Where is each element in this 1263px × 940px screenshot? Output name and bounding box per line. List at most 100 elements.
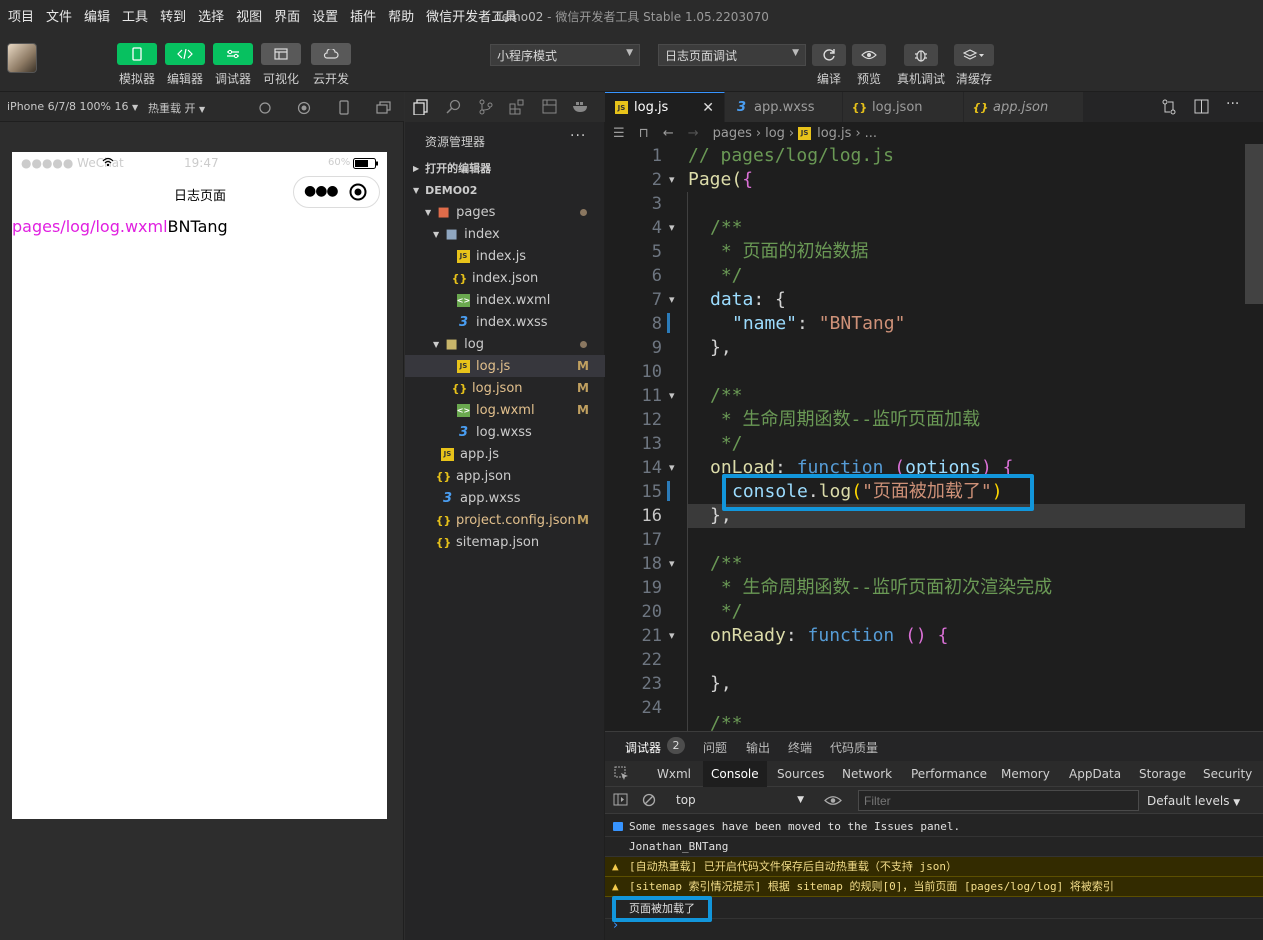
compile-mode-select[interactable]: 日志页面调试 ▼ — [658, 44, 806, 66]
breadcrumb-item[interactable]: log.js — [817, 126, 851, 141]
device-select[interactable]: iPhone 6/7/8 100% 16 ▼ — [7, 100, 138, 113]
fold-chevron-icon[interactable]: ▾ — [669, 552, 675, 576]
menu-item-goto[interactable]: 转到 — [156, 6, 190, 25]
menu-item-view[interactable]: 视图 — [232, 6, 266, 25]
tree-file-app-wxss[interactable]: 3 app.wxss — [405, 487, 605, 509]
simulator-toggle-button[interactable] — [117, 43, 157, 65]
avatar[interactable] — [7, 43, 37, 73]
menu-item-plugins[interactable]: 插件 — [346, 6, 380, 25]
mode-select[interactable]: 小程序模式 ▼ — [490, 44, 640, 66]
tree-file-app-js[interactable]: JS app.js — [405, 443, 605, 465]
menu-item-wechat-devtools[interactable]: 微信开发者工具 — [422, 6, 521, 25]
more-dots-icon[interactable]: ●●● — [304, 183, 339, 199]
tree-file-index-json[interactable]: {} index.json — [405, 267, 605, 289]
remote-debug-button[interactable] — [904, 44, 938, 66]
breadcrumb-item[interactable]: ... — [865, 126, 877, 141]
tree-file-index-js[interactable]: JS index.js — [405, 245, 605, 267]
list-icon[interactable]: ☰ — [613, 126, 625, 141]
clear-cache-button[interactable] — [954, 44, 994, 66]
fold-chevron-icon[interactable]: ▾ — [669, 288, 675, 312]
more-actions-icon[interactable]: ··· — [1226, 96, 1239, 112]
fold-chevron-icon[interactable]: ▾ — [669, 384, 675, 408]
tab-log-js[interactable]: JS log.js ✕ — [605, 92, 725, 122]
close-target-icon[interactable] — [349, 183, 367, 204]
visual-toggle-button[interactable] — [261, 43, 301, 65]
tree-file-index-wxss[interactable]: 3 index.wxss — [405, 311, 605, 333]
search-icon[interactable] — [446, 99, 462, 118]
tab-problems[interactable]: 问题 — [703, 739, 727, 756]
device-icon[interactable] — [339, 100, 349, 118]
tab-terminal[interactable]: 终端 — [788, 739, 812, 756]
tree-folder-log[interactable]: ▼ ■ log — [405, 333, 605, 355]
open-editors-section[interactable]: ▶ 打开的编辑器 — [405, 157, 605, 179]
tree-file-app-json[interactable]: {} app.json — [405, 465, 605, 487]
panel-tab-sources[interactable]: Sources — [777, 761, 824, 787]
breadcrumb-item[interactable]: pages — [713, 126, 752, 141]
editor-toggle-button[interactable] — [165, 43, 205, 65]
tree-file-log-json[interactable]: {} log.json M — [405, 377, 605, 399]
compile-button[interactable] — [812, 44, 846, 66]
panel-tab-console[interactable]: Console — [703, 761, 767, 787]
log-levels-select[interactable]: Default levels ▼ — [1147, 794, 1240, 808]
eye-icon[interactable] — [824, 795, 842, 809]
phone-screen[interactable] — [12, 152, 387, 819]
fold-chevron-icon[interactable]: ▾ — [669, 168, 675, 192]
menu-item-edit[interactable]: 编辑 — [80, 6, 114, 25]
panel-tab-storage[interactable]: Storage — [1139, 761, 1186, 787]
context-select[interactable]: top ▼ — [670, 790, 810, 810]
console-filter-input[interactable] — [858, 790, 1139, 811]
tree-file-log-js[interactable]: JS log.js M — [405, 355, 605, 377]
menu-item-settings[interactable]: 设置 — [308, 6, 342, 25]
source-control-icon[interactable] — [478, 99, 494, 118]
cloud-dev-button[interactable] — [311, 43, 351, 65]
sidebar-toggle-icon[interactable] — [613, 793, 628, 809]
editor-scrollbar[interactable] — [1245, 144, 1263, 304]
fold-chevron-icon[interactable]: ▾ — [669, 456, 675, 480]
popout-icon[interactable] — [376, 101, 391, 117]
breadcrumb-item[interactable]: log — [765, 126, 785, 141]
tree-folder-pages[interactable]: ▼ ■ pages — [405, 201, 605, 223]
capsule-menu[interactable]: ●●● — [293, 176, 380, 208]
fold-chevron-icon[interactable]: ▾ — [669, 624, 675, 648]
extensions-icon[interactable] — [509, 99, 525, 118]
inspect-icon[interactable] — [614, 766, 629, 784]
menu-item-project[interactable]: 项目 — [4, 6, 38, 25]
split-editor-icon[interactable] — [1194, 99, 1209, 117]
project-section[interactable]: ▼ DEMO02 — [405, 179, 605, 201]
clear-console-icon[interactable] — [642, 793, 656, 810]
compare-icon[interactable] — [1161, 99, 1177, 118]
storage-icon[interactable] — [542, 99, 558, 118]
docker-icon[interactable] — [572, 99, 590, 116]
tree-file-log-wxml[interactable]: <> log.wxml M — [405, 399, 605, 421]
tab-code-quality[interactable]: 代码质量 — [830, 739, 878, 756]
back-arrow-icon[interactable]: ← — [663, 126, 674, 141]
menu-item-help[interactable]: 帮助 — [384, 6, 418, 25]
forward-arrow-icon[interactable]: → — [688, 126, 699, 141]
menu-item-interface[interactable]: 界面 — [270, 6, 304, 25]
panel-tab-performance[interactable]: Performance — [911, 761, 987, 787]
menu-item-select[interactable]: 选择 — [194, 6, 228, 25]
debugger-toggle-button[interactable] — [213, 43, 253, 65]
fold-chevron-icon[interactable]: ▾ — [669, 216, 675, 240]
panel-tab-wxml[interactable]: Wxml — [657, 761, 691, 787]
panel-tab-security[interactable]: Security — [1203, 761, 1252, 787]
close-icon[interactable]: ✕ — [702, 100, 714, 116]
hot-reload-select[interactable]: 热重载 开 ▼ — [148, 100, 205, 116]
tree-file-project-config[interactable]: {} project.config.json M — [405, 509, 605, 531]
files-icon[interactable] — [413, 99, 429, 118]
menu-item-file[interactable]: 文件 — [42, 6, 76, 25]
tab-app-wxss[interactable]: 3 app.wxss — [725, 92, 843, 122]
panel-tab-memory[interactable]: Memory — [1001, 761, 1050, 787]
tab-app-json[interactable]: {} app.json — [964, 92, 1084, 122]
explorer-more-icon[interactable]: ··· — [570, 128, 586, 144]
bookmark-icon[interactable]: ⊓ — [639, 126, 649, 141]
menu-item-tools[interactable]: 工具 — [118, 6, 152, 25]
tree-file-sitemap[interactable]: {} sitemap.json — [405, 531, 605, 553]
panel-tab-network[interactable]: Network — [842, 761, 892, 787]
tree-folder-index[interactable]: ▼ ■ index — [405, 223, 605, 245]
record-icon[interactable] — [297, 101, 311, 118]
panel-tab-appdata[interactable]: AppData — [1069, 761, 1121, 787]
rotate-icon[interactable] — [258, 101, 272, 118]
tree-file-log-wxss[interactable]: 3 log.wxss — [405, 421, 605, 443]
tab-debugger[interactable]: 调试器 — [625, 739, 661, 756]
